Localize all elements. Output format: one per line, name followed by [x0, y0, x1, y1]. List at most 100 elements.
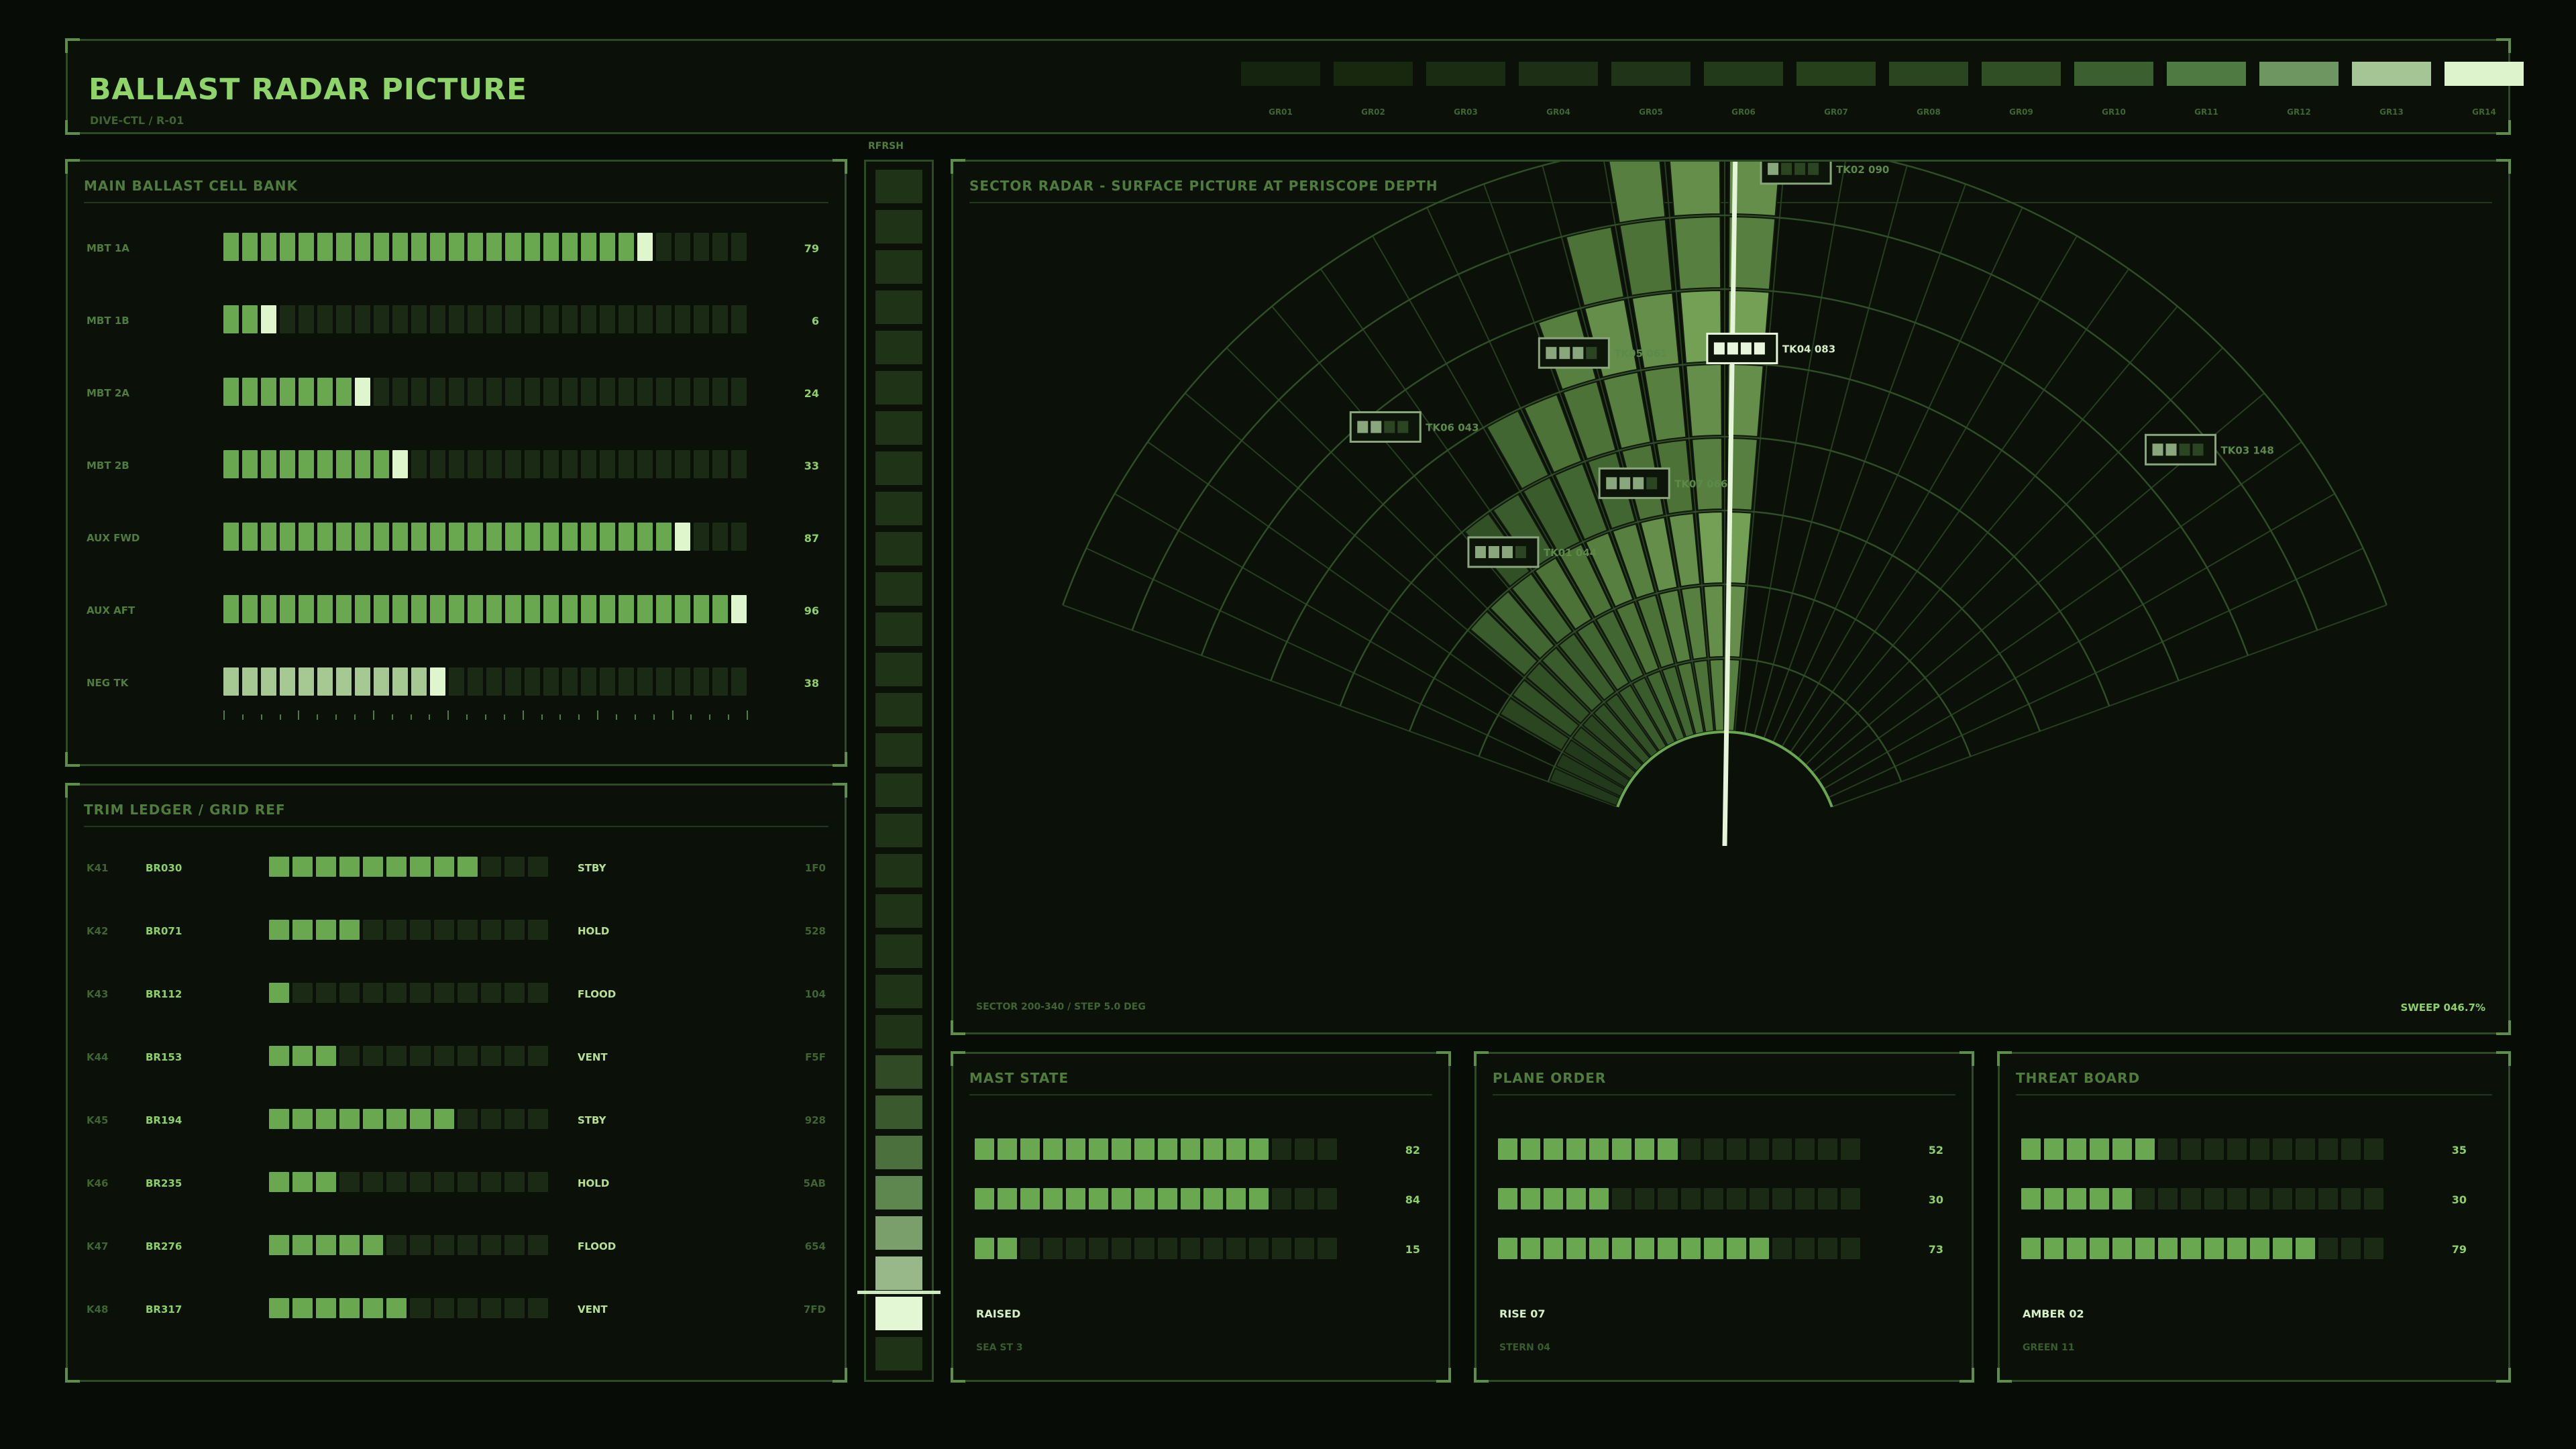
bar-segment — [655, 523, 672, 551]
bar-segment — [480, 1046, 501, 1066]
bar-segment — [1589, 1188, 1609, 1210]
refresh-cell — [875, 572, 922, 606]
bar-segment — [480, 857, 501, 877]
trim-row-ref: BR071 — [146, 925, 182, 937]
bar-segment — [1612, 1188, 1632, 1210]
bar-segment — [1134, 1188, 1155, 1210]
bar-segment — [433, 920, 454, 940]
bar-segment — [693, 667, 709, 696]
bar-segment — [316, 1172, 337, 1192]
bar-segment — [468, 595, 484, 623]
bar-segment — [637, 450, 653, 478]
scale-tick — [354, 714, 356, 720]
bar-segment — [637, 233, 653, 261]
plane-sub: STERN 04 — [1499, 1342, 1551, 1353]
scale-tick — [241, 714, 244, 720]
bar-segment — [637, 305, 653, 333]
bar-segment — [1498, 1188, 1518, 1210]
bar-segment — [392, 305, 409, 333]
bar-segment — [1772, 1238, 1792, 1259]
bar-segment — [599, 450, 615, 478]
bar-segment — [543, 233, 559, 261]
bar-segment — [486, 523, 502, 551]
bar-segment — [316, 1109, 337, 1129]
radar-cell — [1565, 226, 1625, 307]
scale-tick — [317, 714, 319, 720]
bar-segment — [655, 233, 672, 261]
refresh-marker[interactable] — [857, 1291, 941, 1294]
trim-row-id: K48 — [87, 1303, 109, 1316]
bar-segment — [1635, 1138, 1655, 1160]
bar-segment — [410, 920, 431, 940]
bar-segment — [998, 1238, 1018, 1259]
bar-segment — [336, 595, 352, 623]
bar-segment — [411, 378, 427, 406]
bar-segment — [524, 233, 540, 261]
bar-segment — [527, 920, 548, 940]
radar-scope[interactable]: TK02 090 TK04 083 TK05 061 TK06 043 TK07 066… — [953, 162, 2508, 1032]
color-scale-label: GR09 — [2009, 107, 2033, 117]
bar-segment — [2158, 1138, 2178, 1160]
bar-segment — [269, 1235, 290, 1255]
bar-segment — [457, 1298, 478, 1318]
bar-segment — [430, 667, 446, 696]
bar-segment — [618, 523, 634, 551]
bar-segment — [280, 450, 296, 478]
bar-segment — [505, 595, 521, 623]
color-scale-swatch — [1982, 62, 2061, 86]
bar-segment — [386, 1235, 407, 1255]
bar-segment — [1271, 1238, 1291, 1259]
radar-contact-cell — [1572, 347, 1584, 360]
scale-tick — [690, 714, 692, 720]
bar-segment — [524, 667, 540, 696]
ballast-row-label: MBT 1B — [87, 315, 129, 327]
bar-segment — [1112, 1188, 1132, 1210]
bar-segment — [339, 920, 360, 940]
bar-segment — [261, 378, 277, 406]
bar-segment — [527, 1298, 548, 1318]
mast-row-value: 15 — [1405, 1243, 1420, 1256]
bar-segment — [731, 523, 747, 551]
bar-segment — [339, 983, 360, 1003]
plane-row-value: 73 — [1928, 1243, 1943, 1256]
scale-tick — [653, 714, 655, 720]
radar-contact-cell — [1488, 546, 1499, 559]
bar-segment — [457, 1046, 478, 1066]
ballast-row-label: NEG TK — [87, 677, 129, 689]
corner-mark — [2496, 120, 2511, 135]
ballast-panel: MAIN BALLAST CELL BANK MBT 1A 79 MBT 1B 6 MB… — [65, 159, 847, 767]
scale-tick — [503, 714, 505, 720]
bar-segment — [261, 305, 277, 333]
bar-segment — [637, 523, 653, 551]
bar-segment — [433, 1298, 454, 1318]
bar-segment — [269, 1046, 290, 1066]
bar-segment — [363, 1046, 384, 1066]
bar-segment — [2021, 1238, 2041, 1259]
bar-segment — [1134, 1238, 1155, 1259]
bar-segment — [618, 667, 634, 696]
color-scale-label: GR05 — [1639, 107, 1663, 117]
trim-row-code: F5F — [805, 1051, 826, 1063]
scale-tick — [466, 714, 468, 720]
bar-segment — [261, 595, 277, 623]
bar-segment — [430, 305, 446, 333]
ballast-row-value: 87 — [804, 532, 819, 545]
bar-segment — [580, 305, 596, 333]
bar-segment — [355, 305, 371, 333]
bar-segment — [527, 1235, 548, 1255]
bar-segment — [504, 1109, 525, 1129]
bar-segment — [2226, 1138, 2247, 1160]
bar-segment — [674, 450, 690, 478]
bar-segment — [561, 595, 578, 623]
bar-segment — [2249, 1188, 2269, 1210]
trim-row-code: 928 — [804, 1114, 826, 1126]
bar-segment — [618, 450, 634, 478]
bar-segment — [430, 523, 446, 551]
refresh-cell — [875, 532, 922, 566]
trim-panel: TRIM LEDGER / GRID REF K41 BR030 STBY 1F0 K4… — [65, 783, 847, 1383]
trim-row-code: 1F0 — [804, 862, 826, 874]
bar-segment — [1749, 1238, 1769, 1259]
bar-segment — [618, 305, 634, 333]
color-scale-label: GR14 — [2472, 107, 2496, 117]
segment-bar — [2021, 1138, 2383, 1160]
